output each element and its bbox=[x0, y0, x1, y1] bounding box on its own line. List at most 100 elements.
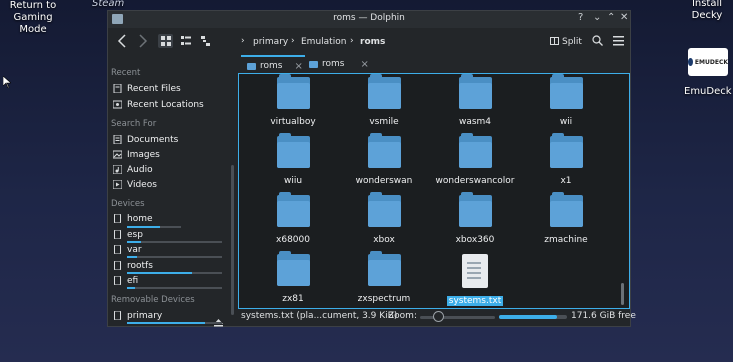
folder-tab-icon bbox=[247, 62, 256, 70]
zoom-slider-track[interactable] bbox=[420, 316, 495, 319]
sidebar-item-recent-files[interactable]: Recent Files bbox=[113, 82, 181, 95]
breadcrumb-emulation[interactable]: Emulation bbox=[301, 37, 346, 47]
emudeck-logo-text: EMUDECK bbox=[694, 58, 728, 66]
emudeck-label[interactable]: EmuDeck bbox=[684, 86, 732, 98]
breadcrumb-roms[interactable]: roms bbox=[360, 37, 385, 47]
folder-label: x1 bbox=[560, 176, 572, 186]
drive-icon bbox=[114, 261, 121, 270]
mouse-cursor-icon bbox=[3, 76, 11, 88]
close-button[interactable]: ✕ bbox=[620, 12, 628, 23]
file-label: systems.txt bbox=[446, 296, 504, 306]
drive-icon bbox=[114, 214, 121, 223]
emudeck-desktop-icon[interactable]: EMUDECK bbox=[688, 48, 728, 76]
search-icon[interactable] bbox=[592, 35, 603, 49]
sidebar-scrollbar[interactable] bbox=[231, 165, 234, 315]
folder-label: wonderswan bbox=[355, 176, 413, 186]
sidebar-item-primary[interactable]: primary bbox=[113, 309, 162, 322]
icons-view-button[interactable] bbox=[158, 34, 173, 48]
sidebar-item-images[interactable]: Images bbox=[113, 148, 160, 161]
sidebar-item-label: esp bbox=[127, 229, 143, 240]
folder-item[interactable]: wii bbox=[522, 74, 610, 127]
sidebar-section-recent: Recent bbox=[111, 68, 141, 78]
tab-roms-2[interactable]: roms × bbox=[303, 55, 389, 73]
folder-item[interactable]: zmachine bbox=[522, 192, 610, 245]
sidebar-item-videos[interactable]: Videos bbox=[113, 178, 157, 191]
maximize-button[interactable]: ⌃ bbox=[607, 12, 615, 23]
folder-label: xbox bbox=[373, 235, 395, 245]
sidebar-item-documents[interactable]: Documents bbox=[113, 133, 178, 146]
free-space-label: 171.6 GiB free bbox=[571, 311, 636, 321]
folder-icon bbox=[367, 74, 401, 109]
sidebar-item-label: Images bbox=[127, 149, 160, 160]
tab-label: roms bbox=[260, 61, 283, 71]
details-view-button[interactable] bbox=[198, 34, 213, 48]
sidebar-section-devices: Devices bbox=[111, 199, 145, 209]
tab-close-icon[interactable]: × bbox=[360, 59, 368, 70]
folder-label: xbox360 bbox=[455, 235, 495, 245]
split-button[interactable]: Split bbox=[550, 37, 582, 47]
steam-label[interactable]: Steam bbox=[92, 0, 124, 10]
folder-item[interactable]: zx81 bbox=[249, 251, 337, 304]
sd-card-icon bbox=[114, 311, 121, 320]
tab-roms-1[interactable]: roms × bbox=[241, 55, 305, 75]
zoom-label: Zoom: bbox=[388, 311, 417, 321]
sidebar-item-label: primary bbox=[127, 310, 163, 321]
folder-label: wonderswancolor bbox=[435, 176, 515, 186]
drive-icon bbox=[114, 276, 121, 285]
breadcrumb-primary[interactable]: primary bbox=[253, 37, 288, 47]
folder-item[interactable]: x1 bbox=[522, 133, 610, 186]
folder-label: zx81 bbox=[282, 294, 304, 304]
folder-tab-icon bbox=[309, 60, 318, 68]
titlebar[interactable]: roms — Dolphin ? ⌄ ⌃ ✕ bbox=[108, 11, 630, 28]
forward-icon[interactable] bbox=[138, 34, 148, 51]
help-button[interactable]: ? bbox=[578, 12, 583, 23]
recent-locations-icon bbox=[113, 100, 122, 109]
folder-item[interactable]: wonderswancolor bbox=[431, 133, 519, 186]
details-view-icon bbox=[200, 36, 210, 46]
videos-icon bbox=[113, 180, 122, 189]
split-label: Split bbox=[562, 37, 582, 47]
sidebar-item-recent-locations[interactable]: Recent Locations bbox=[113, 98, 204, 111]
folder-label: virtualboy bbox=[270, 117, 316, 127]
folder-icon bbox=[367, 251, 401, 286]
breadcrumb-separator: › bbox=[350, 36, 354, 46]
folder-item[interactable]: virtualboy bbox=[249, 74, 337, 127]
tab-close-icon[interactable]: × bbox=[294, 61, 302, 72]
back-icon[interactable] bbox=[117, 34, 127, 51]
hamburger-menu-icon[interactable] bbox=[613, 35, 624, 49]
install-decky-label[interactable]: Install Decky bbox=[679, 0, 733, 22]
file-view[interactable]: virtualboy vsmile wasm4 wii wiiu wonderswan wo… bbox=[238, 73, 630, 309]
folder-item[interactable]: wiiu bbox=[249, 133, 337, 186]
sidebar-item-label: Recent Locations bbox=[127, 99, 204, 110]
emudeck-logo-icon bbox=[688, 58, 693, 66]
sidebar-item-esp[interactable]: esp bbox=[113, 228, 143, 241]
folder-label: wasm4 bbox=[458, 117, 492, 127]
folder-item[interactable]: wasm4 bbox=[431, 74, 519, 127]
folder-item[interactable]: xbox bbox=[340, 192, 428, 245]
sidebar-item-audio[interactable]: Audio bbox=[113, 163, 153, 176]
folder-item[interactable]: xbox360 bbox=[431, 192, 519, 245]
folder-label: zmachine bbox=[544, 235, 588, 245]
sidebar-item-home[interactable]: home bbox=[113, 212, 153, 225]
sidebar-item-var[interactable]: var bbox=[113, 243, 142, 256]
images-icon bbox=[113, 150, 122, 159]
sidebar-item-rootfs[interactable]: rootfs bbox=[113, 259, 153, 272]
zoom-slider-handle[interactable] bbox=[433, 311, 444, 322]
minimize-button[interactable]: ⌄ bbox=[593, 12, 601, 23]
free-space-fill bbox=[499, 315, 557, 319]
folder-item[interactable]: x68000 bbox=[249, 192, 337, 245]
folder-icon bbox=[367, 192, 401, 227]
file-item[interactable]: systems.txt bbox=[431, 254, 519, 307]
folder-item[interactable]: wonderswan bbox=[340, 133, 428, 186]
sidebar-item-efi[interactable]: efi bbox=[113, 274, 138, 287]
folder-item[interactable]: zxspectrum bbox=[340, 251, 428, 304]
return-to-gaming-mode-label[interactable]: Return to Gaming Mode bbox=[0, 0, 66, 36]
sidebar-section-search-for: Search For bbox=[111, 119, 157, 129]
file-view-scrollbar[interactable] bbox=[621, 283, 624, 305]
sidebar-item-label: Recent Files bbox=[127, 83, 181, 94]
folder-item[interactable]: vsmile bbox=[340, 74, 428, 127]
compact-view-button[interactable] bbox=[178, 34, 193, 48]
folder-icon bbox=[276, 133, 310, 168]
folder-icon bbox=[367, 133, 401, 168]
folder-label: wiiu bbox=[283, 176, 303, 186]
